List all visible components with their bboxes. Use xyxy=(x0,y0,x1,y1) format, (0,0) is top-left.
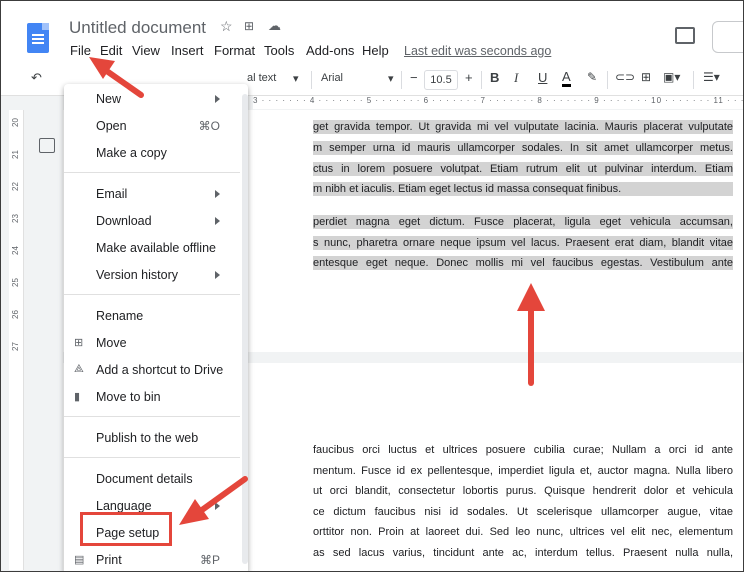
menu-item-email[interactable]: Email xyxy=(64,183,240,205)
menu-item-move-to-bin[interactable]: ▮ Move to bin xyxy=(64,386,240,408)
menu-item-label: Make a copy xyxy=(96,146,167,160)
menu-item-move[interactable]: ⊞ Move xyxy=(64,332,240,354)
shortcut-label: ⌘P xyxy=(199,553,220,567)
folder-move-icon: ⊞ xyxy=(74,337,84,349)
menu-item-label: Add a shortcut to Drive xyxy=(96,363,224,377)
menu-item-label: Print xyxy=(96,553,122,567)
menu-tools[interactable]: Tools xyxy=(264,43,294,58)
underline-button[interactable]: U xyxy=(538,70,547,85)
menu-item-make-available-offline[interactable]: Make available offline xyxy=(64,237,240,259)
ruler-number: 21 xyxy=(10,150,20,159)
cloud-status-icon[interactable]: ☁ xyxy=(268,18,281,34)
menu-item-label: Move xyxy=(96,336,127,350)
menu-add-ons[interactable]: Add-ons xyxy=(306,43,354,58)
menu-help[interactable]: Help xyxy=(362,43,389,58)
bold-button[interactable]: B xyxy=(490,70,499,85)
text-line: get gravida tempor. Ut gravida mi vel vu… xyxy=(313,120,733,134)
style-select[interactable]: al text xyxy=(247,72,276,84)
menu-separator xyxy=(64,457,240,458)
move-folder-icon[interactable]: ⊞ xyxy=(244,19,254,33)
increase-font-size-icon[interactable]: + xyxy=(465,70,473,85)
trash-icon: ▮ xyxy=(74,391,81,403)
menu-separator xyxy=(64,172,240,173)
text-line: ce dictum faucibus nisi id sodales. Ut s… xyxy=(313,506,733,518)
menu-item-label: Make available offline xyxy=(96,241,216,255)
menu-item-download[interactable]: Download xyxy=(64,210,240,232)
text-line: m semper urna id mauris ullamcorper soda… xyxy=(313,141,733,155)
insert-comment-icon[interactable]: ⊞ xyxy=(641,70,651,84)
text-line: ctus in lorem posuere volutpat. Etiam ru… xyxy=(313,162,733,176)
text-line: as sed lacus varius, tincidunt ante ac, … xyxy=(313,547,733,559)
last-edit-link[interactable]: Last edit was seconds ago xyxy=(404,44,551,58)
menu-item-publish-to-web[interactable]: Publish to the web xyxy=(64,427,240,449)
menu-item-label: Download xyxy=(96,214,152,228)
text-line: mentum. Fusce id ex pellentesque, imperd… xyxy=(313,465,733,477)
ruler-number: 24 xyxy=(10,246,20,255)
text-line: s nunc, pharetra ornare neque ipsum vel … xyxy=(313,236,733,250)
menu-item-label: Publish to the web xyxy=(96,431,199,445)
comment-history-icon[interactable] xyxy=(675,27,695,44)
printer-icon: ▤ xyxy=(74,554,85,566)
share-button[interactable] xyxy=(712,21,743,53)
vertical-ruler[interactable]: 20 21 22 23 24 25 26 27 xyxy=(9,110,24,570)
text-color-button[interactable]: A xyxy=(562,69,571,87)
menu-item-label: Open xyxy=(96,119,127,133)
ruler-number: 20 xyxy=(10,118,20,127)
menu-item-label: Move to bin xyxy=(96,390,161,404)
menu-item-version-history[interactable]: Version history xyxy=(64,264,240,286)
decrease-font-size-icon[interactable]: − xyxy=(410,70,418,85)
drive-shortcut-icon: ⟁ xyxy=(74,363,84,375)
star-icon[interactable]: ☆ xyxy=(220,18,233,35)
align-icon[interactable]: ☰▾ xyxy=(703,70,720,84)
text-line: m nibh et iaculis. Etiam eget lectus id … xyxy=(313,182,733,196)
ruler-number: 26 xyxy=(10,310,20,319)
menu-item-rename[interactable]: Rename xyxy=(64,305,240,327)
italic-button[interactable]: I xyxy=(514,70,518,86)
menu-item-add-shortcut[interactable]: ⟁ Add a shortcut to Drive xyxy=(64,359,240,381)
highlight-color-icon[interactable]: ✎ xyxy=(587,70,597,84)
google-docs-logo-icon[interactable] xyxy=(27,23,49,53)
font-select[interactable]: Arial xyxy=(321,72,343,84)
submenu-arrow-icon xyxy=(215,217,220,225)
undo-icon[interactable]: ↶ xyxy=(31,70,42,86)
menu-item-print[interactable]: ▤ Print ⌘P xyxy=(64,549,240,571)
font-dropdown-icon[interactable]: ▾ xyxy=(388,72,394,85)
ruler-number: 22 xyxy=(10,182,20,191)
page-setup-highlight-box xyxy=(80,512,172,546)
menu-separator xyxy=(64,416,240,417)
annotation-arrow-to-file-menu xyxy=(89,57,144,98)
text-line: orttitor non. Proin at laoreet dui. Sed … xyxy=(313,526,733,538)
text-line: entesque eget neque. Donec mollis mi vel… xyxy=(313,256,733,270)
insert-link-icon[interactable]: ⊂⊃ xyxy=(615,70,635,84)
ruler-number: 23 xyxy=(10,214,20,223)
document-outline-icon[interactable] xyxy=(39,138,55,153)
text-line: perdiet magna eget dictum. Fusce placera… xyxy=(313,215,733,229)
insert-image-icon[interactable]: ▣▾ xyxy=(663,70,680,84)
style-dropdown-icon[interactable]: ▾ xyxy=(293,72,299,85)
ruler-track: 3 · · · · · · · 4 · · · · · · · 5 · · · … xyxy=(253,96,743,109)
shortcut-label: ⌘O xyxy=(198,119,220,133)
ruler-number: 27 xyxy=(10,342,20,351)
text-line: ut orci blandit, consectetur lobortis pu… xyxy=(313,485,733,497)
menu-format[interactable]: Format xyxy=(214,43,255,58)
menu-item-open[interactable]: Open ⌘O xyxy=(64,115,240,137)
menu-insert[interactable]: Insert xyxy=(171,43,204,58)
submenu-arrow-icon xyxy=(215,190,220,198)
menu-item-label: Rename xyxy=(96,309,144,323)
menu-item-label: Email xyxy=(96,187,128,201)
document-title[interactable]: Untitled document xyxy=(69,18,206,38)
ruler-number: 25 xyxy=(10,278,20,287)
font-size-input[interactable]: 10.5 xyxy=(424,70,458,90)
text-line: faucibus orci luctus et ultrices posuere… xyxy=(313,444,733,456)
annotation-arrow-up-selection xyxy=(517,283,545,386)
menu-item-make-a-copy[interactable]: Make a copy xyxy=(64,142,240,164)
menu-separator xyxy=(64,294,240,295)
menu-item-label: Language xyxy=(96,499,152,513)
submenu-arrow-icon xyxy=(215,271,220,279)
annotation-arrow-to-page-setup xyxy=(179,476,248,525)
submenu-arrow-icon xyxy=(215,95,220,103)
menu-item-label: Version history xyxy=(96,268,178,282)
app-window: Untitled document ☆ ⊞ ☁ File Edit View I… xyxy=(0,0,744,572)
